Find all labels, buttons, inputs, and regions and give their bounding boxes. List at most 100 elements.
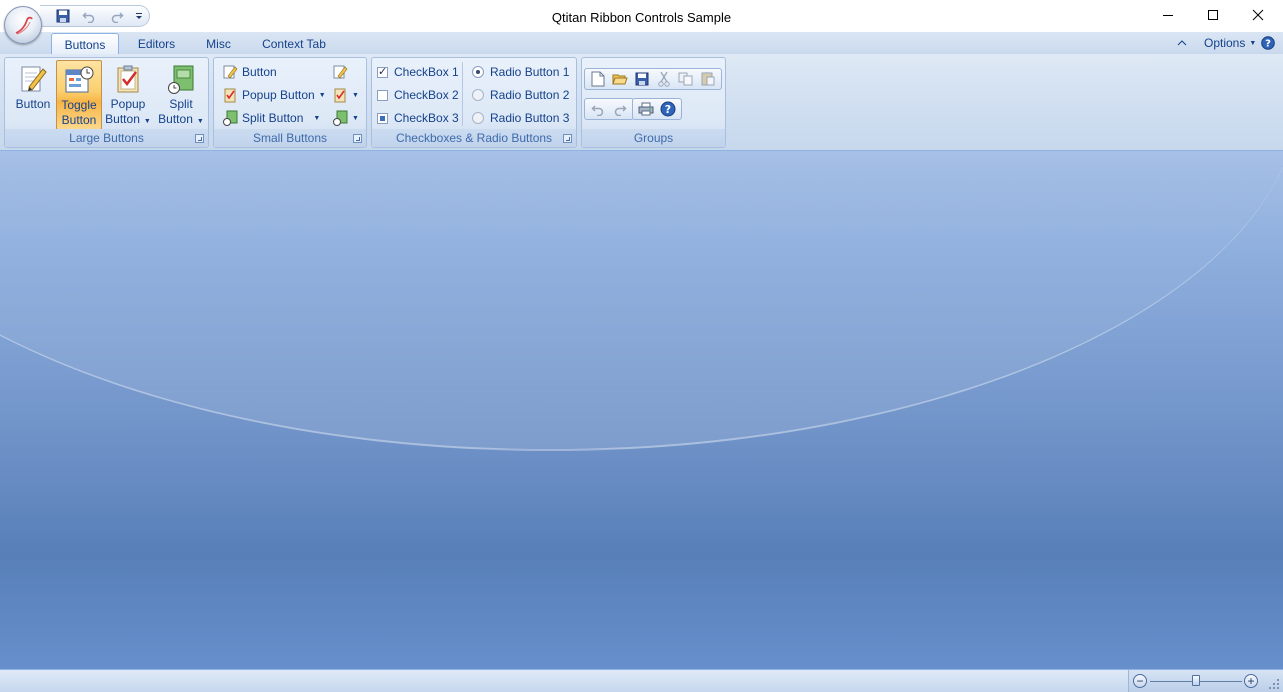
group-caption: Checkboxes & Radio Buttons: [372, 129, 576, 147]
clipboard-check-icon: [334, 88, 346, 103]
open-folder-icon[interactable]: [609, 70, 631, 88]
popup-button-label-1: Popup: [110, 97, 146, 111]
dialog-launcher-icon[interactable]: [563, 134, 572, 143]
checkbox-label: CheckBox 1: [394, 65, 459, 79]
radio-button-3[interactable]: Radio Button 3: [472, 108, 569, 128]
close-icon[interactable]: [1235, 0, 1281, 30]
checkbox-3[interactable]: CheckBox 3: [377, 108, 459, 128]
tab-context[interactable]: Context Tab: [253, 33, 335, 55]
tab-misc[interactable]: Misc: [196, 33, 241, 55]
dropdown-arrow-icon: ▼: [196, 118, 204, 125]
split-button[interactable]: Split Button ▼: [155, 60, 207, 130]
cut-icon[interactable]: [653, 70, 675, 88]
copy-icon[interactable]: [675, 70, 697, 88]
toolbar-group-file: [584, 68, 722, 90]
dropdown-arrow-icon[interactable]: ▼: [352, 115, 359, 122]
minimize-icon[interactable]: [1145, 0, 1191, 30]
zoom-slider-thumb[interactable]: [1192, 675, 1200, 686]
edit-document-icon: [333, 65, 348, 79]
edit-document-icon: [21, 66, 47, 92]
dropdown-arrow-icon: ▼: [143, 118, 151, 125]
quick-access-toolbar: [40, 5, 150, 27]
radio-button-2[interactable]: Radio Button 2: [472, 85, 569, 105]
dialog-launcher-icon[interactable]: [353, 134, 362, 143]
print-icon[interactable]: [635, 100, 657, 118]
notebook-clock-icon: [168, 65, 194, 94]
popup-button-label-2: Button: [105, 112, 140, 126]
save-icon[interactable]: [631, 70, 653, 88]
workspace-area: [0, 151, 1283, 669]
small-icon-popup-button[interactable]: ▼: [332, 85, 359, 105]
tab-label: Buttons: [64, 37, 106, 52]
radio-label: Radio Button 2: [490, 88, 570, 102]
small-button[interactable]: Button: [222, 62, 277, 82]
group-large-buttons: Button Toggle Button Popup Button ▼ Spli…: [4, 57, 209, 148]
popup-button[interactable]: Popup Button ▼: [104, 60, 152, 130]
group-checkboxes-radios: CheckBox 1 CheckBox 2 CheckBox 3 Radio B…: [371, 57, 577, 148]
collapse-ribbon-icon[interactable]: [1176, 32, 1188, 54]
toolbar-group-undo: [584, 98, 634, 120]
save-icon[interactable]: [54, 8, 72, 24]
tab-editors[interactable]: Editors: [128, 33, 185, 55]
options-menu[interactable]: Options ▼: [1204, 32, 1256, 54]
group-caption-text: Large Buttons: [69, 131, 144, 145]
group-caption: Large Buttons: [5, 129, 208, 147]
group-separator: [462, 62, 463, 126]
redo-icon[interactable]: [609, 100, 631, 118]
radio-button-1[interactable]: Radio Button 1: [472, 62, 569, 82]
ribbon-tab-bar: Buttons Editors Misc Context Tab Options…: [0, 32, 1283, 55]
zoom-out-button[interactable]: −: [1133, 674, 1147, 688]
radio-circle[interactable]: [472, 112, 484, 124]
small-split-button[interactable]: Split Button ▼: [222, 108, 320, 128]
zoom-in-icon: +: [1247, 674, 1255, 688]
undo-icon[interactable]: [587, 100, 609, 118]
radio-circle[interactable]: [472, 89, 484, 101]
tab-label: Context Tab: [262, 37, 326, 51]
help-icon[interactable]: ?: [1261, 32, 1275, 54]
calendar-clock-icon: [65, 66, 94, 93]
checkbox-1[interactable]: CheckBox 1: [377, 62, 459, 82]
tab-label: Editors: [137, 37, 176, 51]
clipboard-check-icon: [224, 88, 236, 103]
radio-circle[interactable]: [472, 66, 484, 78]
small-popup-button[interactable]: Popup Button ▼: [222, 85, 326, 105]
zoom-in-button[interactable]: +: [1244, 674, 1258, 688]
title-bar: Qtitan Ribbon Controls Sample: [0, 0, 1283, 32]
new-document-icon[interactable]: [587, 70, 609, 88]
undo-icon[interactable]: [80, 8, 98, 24]
options-label: Options: [1204, 36, 1246, 50]
window-title: Qtitan Ribbon Controls Sample: [551, 10, 732, 25]
paste-icon[interactable]: [697, 70, 719, 88]
split-button-label-1: Split: [169, 97, 193, 111]
small-split-label: Split Button: [242, 111, 304, 125]
checkbox-2[interactable]: CheckBox 2: [377, 85, 459, 105]
checkbox-box[interactable]: [377, 89, 388, 101]
edit-document-icon: [223, 65, 238, 79]
dropdown-arrow-icon[interactable]: ▼: [313, 115, 320, 122]
large-button-label: Button: [15, 97, 51, 111]
dropdown-arrow-icon: ▼: [352, 91, 359, 99]
maximize-icon[interactable]: [1190, 0, 1236, 30]
application-button[interactable]: [4, 6, 42, 44]
group-small-buttons: Button Popup Button ▼ Split Button ▼ ▼ ▼…: [213, 57, 367, 148]
svg-text:?: ?: [665, 103, 671, 116]
help-icon[interactable]: ?: [657, 100, 679, 118]
large-button[interactable]: Button: [11, 60, 55, 130]
checkbox-box[interactable]: [377, 112, 388, 124]
redo-icon[interactable]: [108, 8, 126, 24]
resize-grip-icon[interactable]: [1268, 678, 1280, 690]
dialog-launcher-icon[interactable]: [195, 134, 204, 143]
checkbox-box[interactable]: [377, 65, 388, 78]
toggle-button-label-2: Button: [61, 113, 97, 127]
tab-label: Misc: [206, 37, 231, 51]
small-icon-split-button[interactable]: ▼: [332, 108, 359, 128]
toggle-button[interactable]: Toggle Button: [56, 60, 102, 130]
small-icon-button[interactable]: [332, 62, 352, 82]
customize-icon[interactable]: [130, 8, 148, 24]
status-bar: − +: [0, 669, 1283, 692]
small-button-label: Button: [242, 65, 277, 79]
tab-buttons[interactable]: Buttons: [51, 33, 119, 55]
app-logo-icon: [15, 16, 33, 35]
ribbon-panel: Button Toggle Button Popup Button ▼ Spli…: [0, 54, 1283, 151]
zoom-out-icon: −: [1136, 674, 1144, 688]
